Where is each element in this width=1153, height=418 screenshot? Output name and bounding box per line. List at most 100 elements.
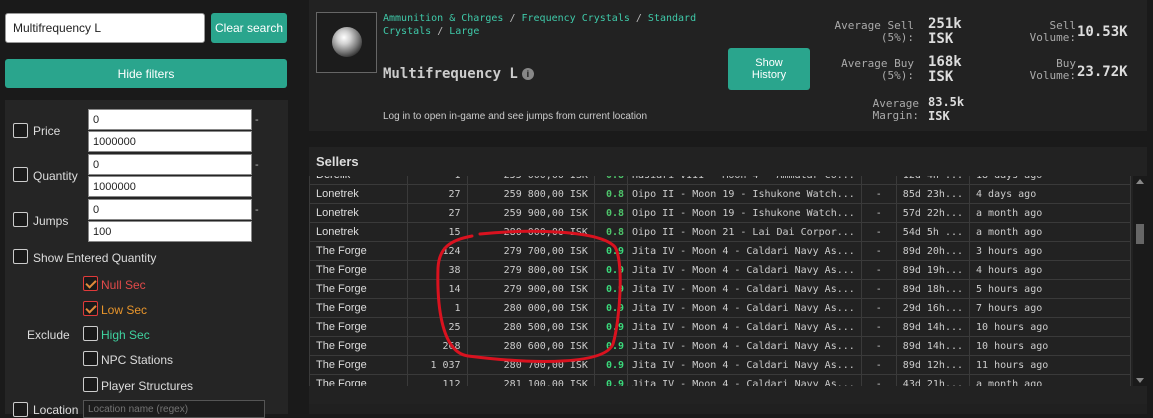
sellers-heading: Sellers	[316, 154, 359, 169]
item-title-text: Multifrequency L	[383, 66, 518, 82]
breadcrumb-link[interactable]: Frequency Crystals	[521, 13, 629, 24]
seller-jumps-cell: -	[860, 336, 897, 356]
null-sec-label: Null Sec	[101, 278, 146, 292]
seller-station-cell: Jita IV - Moon 4 - Caldari Navy As...	[627, 260, 862, 280]
player-structures-label: Player Structures	[101, 379, 194, 393]
seller-quantity-cell: 1 037	[406, 355, 468, 375]
location-filter-label: Location	[33, 403, 79, 417]
table-row[interactable]: Lonetrek 15 280 000,00 ISK 0.8 Oipo II - Moo…	[309, 222, 1131, 242]
jumps-min-input[interactable]	[88, 199, 252, 220]
seller-region-cell: Lonetrek	[309, 203, 408, 223]
seller-price-cell: 280 000,00 ISK	[466, 298, 595, 318]
average-buy-label: Average Buy (5%):	[841, 57, 914, 82]
seller-security-cell: 0.8	[593, 222, 629, 242]
seller-expires-cell: 43d 21h...	[895, 374, 971, 386]
next-panel-edge	[309, 404, 1147, 414]
table-row[interactable]: The Forge 268 280 600,00 ISK 0.9 Jita IV - M…	[309, 336, 1131, 356]
table-row[interactable]: Derelik1255 000,00 ISK0.8Hasiari VIII - …	[309, 176, 1131, 185]
seller-station-cell: Jita IV - Moon 4 - Caldari Navy As...	[627, 279, 862, 299]
buy-volume-label: Buy Volume:	[1029, 57, 1076, 82]
filters-sidebar: Clear search Hide filters Price - Quanti…	[0, 0, 300, 418]
search-input[interactable]	[5, 13, 205, 43]
average-sell-value: 251k ISK	[928, 16, 962, 47]
seller-age-cell: 11 hours ago	[969, 355, 1131, 375]
seller-security-cell: 0.9	[593, 355, 629, 375]
price-range-dash: -	[255, 114, 259, 126]
location-filter-checkbox[interactable]	[13, 402, 28, 417]
low-sec-label: Low Sec	[101, 303, 148, 317]
price-filter-checkbox[interactable]	[13, 123, 28, 138]
table-row[interactable]: The Forge 112 281 100,00 ISK 0.9 Jita IV - M…	[309, 374, 1131, 386]
jumps-filter-checkbox[interactable]	[13, 212, 28, 227]
hide-filters-button[interactable]: Hide filters	[5, 59, 287, 88]
table-row[interactable]: The Forge 38 279 800,00 ISK 0.9 Jita IV - Mo…	[309, 260, 1131, 280]
seller-station-cell: Hasiari VIII - Moon 4 - Ammatar Co...	[627, 176, 862, 185]
quantity-min-input[interactable]	[88, 154, 252, 175]
jumps-filter-label: Jumps	[33, 214, 69, 228]
seller-jumps-cell: -	[860, 222, 897, 242]
seller-price-cell: 280 700,00 ISK	[466, 355, 595, 375]
seller-expires-cell: 54d 5h ...	[895, 222, 971, 242]
seller-jumps-cell: -	[860, 279, 897, 299]
table-row[interactable]: Lonetrek 27 259 800,00 ISK 0.8 Oipo II - Moo…	[309, 184, 1131, 204]
sellers-scrollbar[interactable]	[1133, 176, 1147, 386]
seller-quantity-cell: 25	[406, 317, 468, 337]
crystal-icon	[332, 27, 362, 57]
seller-quantity-cell: 1	[406, 298, 468, 318]
table-row[interactable]: Lonetrek 27 259 900,00 ISK 0.8 Oipo II - Moo…	[309, 203, 1131, 223]
breadcrumb-link[interactable]: Large	[449, 26, 479, 37]
quantity-filter-checkbox[interactable]	[13, 167, 28, 182]
player-structures-checkbox[interactable]	[83, 377, 98, 392]
seller-region-cell: The Forge	[309, 317, 408, 337]
seller-region-cell: The Forge	[309, 279, 408, 299]
seller-security-cell: 0.9	[593, 260, 629, 280]
table-row[interactable]: The Forge 124 279 700,00 ISK 0.9 Jita IV - M…	[309, 241, 1131, 261]
seller-price-cell: 279 800,00 ISK	[466, 260, 595, 280]
null-sec-checkbox[interactable]	[83, 276, 98, 291]
show-entered-quantity-checkbox[interactable]	[13, 249, 28, 264]
sellers-table-viewport[interactable]: Derelik1255 000,00 ISK0.8Hasiari VIII - …	[309, 176, 1131, 386]
table-row[interactable]: The Forge 14 279 900,00 ISK 0.9 Jita IV - Mo…	[309, 279, 1131, 299]
seller-price-cell: 279 900,00 ISK	[466, 279, 595, 299]
npc-stations-checkbox[interactable]	[83, 351, 98, 366]
breadcrumb-separator: /	[503, 13, 522, 24]
seller-station-cell: Oipo II - Moon 19 - Ishukone Watch...	[627, 203, 862, 223]
quantity-filter-label: Quantity	[33, 169, 78, 183]
quantity-range-dash: -	[255, 159, 259, 171]
seller-jumps-cell: -	[860, 260, 897, 280]
seller-expires-cell: 89d 20h...	[895, 241, 971, 261]
price-min-input[interactable]	[88, 109, 252, 130]
breadcrumb-link[interactable]: Ammunition & Charges	[383, 13, 503, 24]
buy-volume-value: 23.72K	[1077, 64, 1128, 80]
scroll-thumb[interactable]	[1136, 224, 1144, 244]
price-max-input[interactable]	[88, 131, 252, 152]
scroll-up-arrow-icon[interactable]	[1136, 179, 1144, 184]
seller-region-cell: The Forge	[309, 298, 408, 318]
seller-station-cell: Oipo II - Moon 19 - Ishukone Watch...	[627, 184, 862, 204]
seller-region-cell: The Forge	[309, 241, 408, 261]
seller-price-cell: 255 000,00 ISK	[466, 176, 595, 185]
scroll-down-arrow-icon[interactable]	[1136, 378, 1144, 383]
info-icon[interactable]: i	[521, 68, 534, 80]
seller-region-cell: Derelik	[309, 176, 408, 185]
clear-search-button[interactable]: Clear search	[211, 13, 287, 43]
seller-security-cell: 0.8	[593, 184, 629, 204]
seller-age-cell: 10 hours ago	[969, 317, 1131, 337]
table-row[interactable]: The Forge 1 037 280 700,00 ISK 0.9 Jita IV -…	[309, 355, 1131, 375]
low-sec-checkbox[interactable]	[83, 301, 98, 316]
table-row[interactable]: The Forge 25 280 500,00 ISK 0.9 Jita IV - Mo…	[309, 317, 1131, 337]
item-header-panel: Ammunition & Charges / Frequency Crystal…	[309, 0, 1147, 131]
location-regex-input[interactable]	[83, 400, 265, 418]
high-sec-checkbox[interactable]	[83, 326, 98, 341]
table-row[interactable]: The Forge 1 280 000,00 ISK 0.9 Jita IV - Moo…	[309, 298, 1131, 318]
seller-price-cell: 281 100,00 ISK	[466, 374, 595, 386]
jumps-max-input[interactable]	[88, 221, 252, 242]
quantity-max-input[interactable]	[88, 176, 252, 197]
seller-age-cell: a month ago	[969, 222, 1131, 242]
show-history-button[interactable]: Show History	[728, 48, 810, 90]
seller-jumps-cell: -	[860, 241, 897, 261]
high-sec-label: High Sec	[101, 328, 150, 342]
npc-stations-label: NPC Stations	[101, 353, 174, 367]
seller-station-cell: Jita IV - Moon 4 - Caldari Navy As...	[627, 374, 862, 386]
seller-jumps-cell: -	[860, 203, 897, 223]
